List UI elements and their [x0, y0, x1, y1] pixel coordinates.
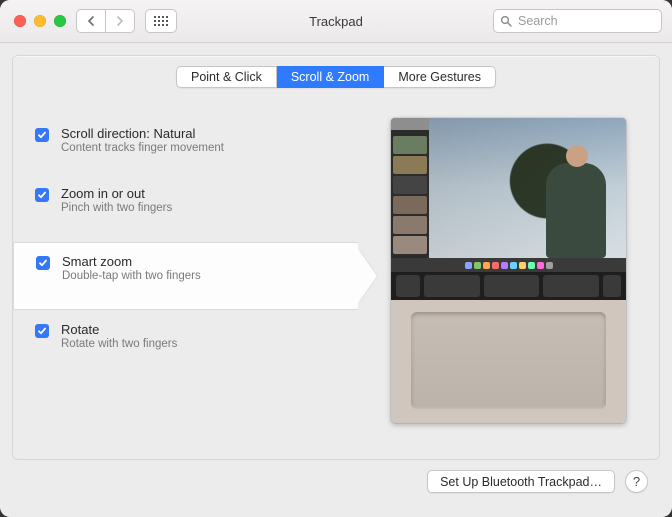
preview-trackpad-area	[391, 300, 626, 423]
option-subtitle: Rotate with two fingers	[61, 338, 177, 350]
traffic-lights	[10, 15, 66, 27]
chevron-left-icon	[87, 16, 95, 26]
search-icon	[500, 15, 512, 27]
button-label: Set Up Bluetooth Trackpad…	[440, 475, 602, 489]
tab-more-gestures[interactable]: More Gestures	[384, 66, 496, 88]
preview-photo	[429, 118, 626, 258]
option-subtitle: Pinch with two fingers	[61, 202, 172, 214]
option-title: Zoom in or out	[61, 186, 172, 201]
content-area: Point & Click Scroll & Zoom More Gesture…	[0, 43, 672, 517]
option-subtitle: Double-tap with two fingers	[62, 270, 201, 282]
preview-column	[376, 108, 641, 459]
checkmark-icon	[38, 258, 48, 268]
back-button[interactable]	[76, 9, 105, 33]
tab-scroll-and-zoom[interactable]: Scroll & Zoom	[277, 66, 385, 88]
option-title: Smart zoom	[62, 254, 201, 269]
search-input[interactable]	[516, 13, 655, 29]
search-field[interactable]	[493, 9, 662, 33]
option-scroll-direction[interactable]: Scroll direction: Natural Content tracks…	[13, 118, 358, 178]
titlebar: Trackpad	[0, 0, 672, 43]
option-smart-zoom[interactable]: Smart zoom Double-tap with two fingers	[13, 242, 358, 310]
checkmark-icon	[37, 130, 47, 140]
preview-trackpad	[411, 312, 606, 409]
checkbox-scroll-direction[interactable]	[35, 128, 49, 142]
help-button[interactable]: ?	[625, 470, 648, 493]
body-columns: Scroll direction: Natural Content tracks…	[13, 88, 659, 459]
preview-screen	[391, 118, 626, 258]
minimize-button[interactable]	[34, 15, 46, 27]
option-title: Scroll direction: Natural	[61, 126, 224, 141]
forward-button[interactable]	[105, 9, 135, 33]
options-list: Scroll direction: Natural Content tracks…	[13, 108, 358, 459]
inner-panel: Point & Click Scroll & Zoom More Gesture…	[12, 55, 660, 460]
nav-buttons	[76, 9, 135, 33]
help-icon: ?	[633, 474, 640, 489]
checkbox-smart-zoom[interactable]	[36, 256, 50, 270]
tab-label: Scroll & Zoom	[291, 70, 370, 84]
preview-dock	[391, 258, 626, 272]
preview-touchbar	[391, 272, 626, 300]
setup-bluetooth-trackpad-button[interactable]: Set Up Bluetooth Trackpad…	[427, 470, 615, 493]
grid-icon	[154, 16, 169, 27]
preview-thumbnail-strip	[391, 118, 429, 258]
option-rotate[interactable]: Rotate Rotate with two fingers	[13, 314, 358, 374]
tabbar: Point & Click Scroll & Zoom More Gesture…	[13, 66, 659, 88]
tab-label: Point & Click	[191, 70, 262, 84]
zoom-button[interactable]	[54, 15, 66, 27]
preview-person	[546, 163, 606, 258]
close-button[interactable]	[14, 15, 26, 27]
option-zoom[interactable]: Zoom in or out Pinch with two fingers	[13, 178, 358, 238]
tab-label: More Gestures	[398, 70, 481, 84]
checkbox-zoom[interactable]	[35, 188, 49, 202]
gesture-preview	[391, 118, 626, 423]
checkmark-icon	[37, 326, 47, 336]
footer: Set Up Bluetooth Trackpad… ?	[12, 460, 660, 505]
prefs-window: Trackpad Point & Click Scroll & Zoom Mor…	[0, 0, 672, 517]
tab-point-and-click[interactable]: Point & Click	[176, 66, 277, 88]
checkbox-rotate[interactable]	[35, 324, 49, 338]
option-title: Rotate	[61, 322, 177, 337]
checkmark-icon	[37, 190, 47, 200]
show-all-button[interactable]	[145, 9, 177, 33]
option-subtitle: Content tracks finger movement	[61, 142, 224, 154]
chevron-right-icon	[116, 16, 124, 26]
